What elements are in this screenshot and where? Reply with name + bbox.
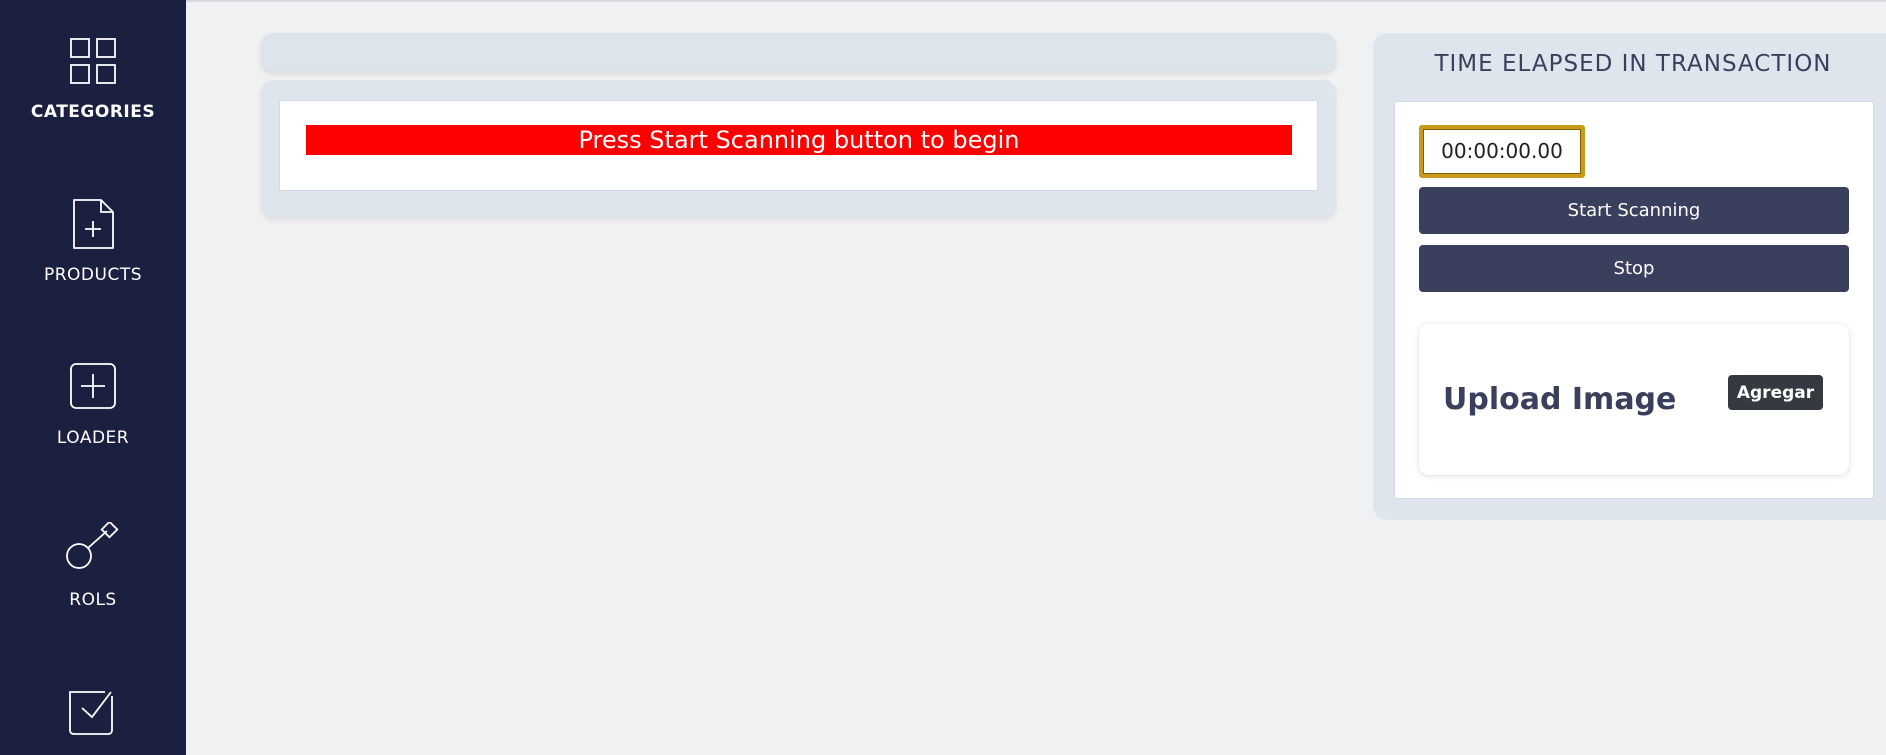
file-plus-icon bbox=[73, 199, 114, 249]
upload-image-label: Upload Image bbox=[1443, 382, 1677, 417]
upload-image-card: Upload Image Agregar bbox=[1419, 324, 1849, 475]
transaction-panel: TIME ELAPSED IN TRANSACTION 00:00:00.00 … bbox=[1373, 33, 1886, 520]
sidebar-item-label: LOADER bbox=[56, 428, 130, 448]
sidebar: CATEGORIES PRODUCTS LOADER ROLS bbox=[0, 0, 186, 755]
key-icon bbox=[66, 522, 119, 569]
panel-body: 00:00:00.00 Start Scanning Stop Upload I… bbox=[1394, 101, 1874, 499]
scan-alert: Press Start Scanning button to begin bbox=[306, 125, 1292, 155]
checkbox-icon bbox=[69, 691, 113, 735]
sidebar-item-rols[interactable]: ROLS bbox=[0, 522, 186, 610]
start-scanning-button[interactable]: Start Scanning bbox=[1419, 187, 1849, 234]
sidebar-item-categories[interactable]: CATEGORIES bbox=[0, 34, 186, 122]
sidebar-item-products[interactable]: PRODUCTS bbox=[0, 197, 186, 285]
grid-icon bbox=[70, 38, 116, 84]
panel-title: TIME ELAPSED IN TRANSACTION bbox=[1434, 51, 1832, 77]
sidebar-item-label: CATEGORIES bbox=[30, 102, 156, 122]
header-bar bbox=[261, 33, 1336, 71]
top-divider bbox=[0, 0, 1886, 2]
elapsed-timer: 00:00:00.00 bbox=[1419, 125, 1585, 178]
sidebar-item-loader[interactable]: LOADER bbox=[0, 360, 186, 448]
message-container: Press Start Scanning button to begin bbox=[279, 100, 1318, 191]
stop-button[interactable]: Stop bbox=[1419, 245, 1849, 292]
scan-message-card: Press Start Scanning button to begin bbox=[261, 80, 1336, 217]
add-image-button[interactable]: Agregar bbox=[1728, 375, 1823, 410]
sidebar-item-tasks[interactable] bbox=[0, 684, 186, 752]
square-plus-icon bbox=[70, 363, 116, 409]
sidebar-item-label: PRODUCTS bbox=[43, 265, 143, 285]
sidebar-item-label: ROLS bbox=[69, 590, 117, 610]
